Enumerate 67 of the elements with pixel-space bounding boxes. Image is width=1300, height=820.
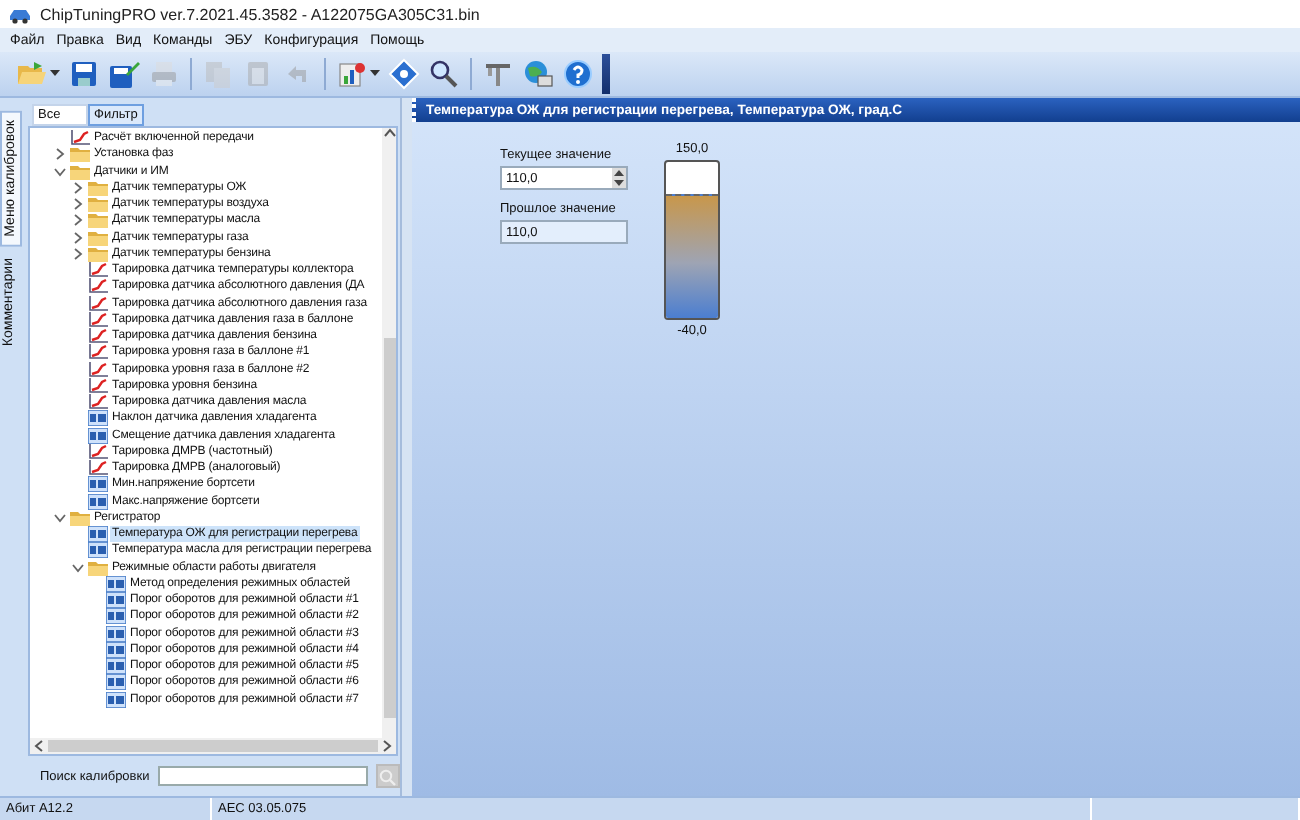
- folder-icon: [88, 179, 108, 196]
- vertical-scrollbar[interactable]: [382, 128, 396, 738]
- value-icon: [106, 691, 126, 708]
- globe-icon: [522, 58, 554, 90]
- help-icon: [562, 58, 594, 90]
- value-icon: [106, 674, 126, 691]
- folder-icon: [88, 196, 108, 213]
- curve-icon: [88, 394, 108, 411]
- search-field[interactable]: [157, 766, 368, 786]
- value-icon: [88, 476, 108, 493]
- value-icon: [88, 526, 108, 543]
- folder-icon: [88, 559, 108, 576]
- toolbar-grip[interactable]: [602, 54, 610, 94]
- value-icon: [88, 493, 108, 510]
- expander-icon[interactable]: [72, 198, 84, 211]
- horizontal-scrollbar[interactable]: [30, 738, 396, 754]
- curve-icon: [88, 278, 108, 295]
- value-icon: [106, 608, 126, 625]
- value-icon: [88, 427, 108, 444]
- curve-icon: [88, 344, 108, 361]
- caret-icon: [370, 70, 380, 78]
- value-icon: [88, 410, 108, 427]
- folder-icon: [88, 245, 108, 262]
- window-title: ChipTuningPRO ver.7.2021.45.3582 - A122075GA305C31.bin: [40, 5, 480, 23]
- curve-icon: [88, 361, 108, 378]
- expander-icon[interactable]: [72, 247, 84, 260]
- search-icon: [428, 58, 460, 90]
- curve-icon: [70, 130, 90, 147]
- expander-icon[interactable]: [54, 148, 66, 161]
- expander-icon[interactable]: [72, 181, 84, 194]
- diamond-icon: [388, 58, 420, 90]
- clipboard-icon: [242, 58, 274, 90]
- curve-icon: [88, 443, 108, 460]
- curve-icon: [88, 377, 108, 394]
- scroll-right-icon: [382, 740, 392, 752]
- folder-icon: [70, 146, 90, 163]
- floppy-disk-icon: [108, 58, 140, 90]
- expander-icon[interactable]: [72, 561, 84, 574]
- value-icon: [88, 542, 108, 559]
- printer-icon: [148, 58, 180, 90]
- curve-icon: [88, 262, 108, 279]
- expander-icon[interactable]: [72, 231, 84, 244]
- value-icon: [106, 625, 126, 642]
- diamond-tool[interactable]: [384, 54, 424, 94]
- copy-icon: [202, 58, 234, 90]
- chart-icon: [336, 58, 368, 90]
- value-icon: [106, 658, 126, 675]
- scroll-up-icon: [383, 128, 395, 138]
- app-icon: [8, 4, 32, 24]
- value-icon: [106, 592, 126, 609]
- folder-icon: [70, 163, 90, 180]
- expander-icon[interactable]: [54, 511, 66, 524]
- curve-icon: [88, 295, 108, 312]
- scroll-left-icon: [34, 740, 44, 752]
- folder-icon: [88, 212, 108, 229]
- curve-icon: [88, 311, 108, 328]
- expander-icon[interactable]: [54, 165, 66, 178]
- folder-icon: [70, 509, 90, 526]
- tools-icon: [482, 58, 514, 90]
- caret-icon: [50, 70, 60, 78]
- value-icon: [106, 575, 126, 592]
- curve-icon: [88, 328, 108, 345]
- folder-icon: [16, 58, 48, 90]
- expander-icon[interactable]: [72, 214, 84, 227]
- help-tool[interactable]: [558, 54, 598, 94]
- curve-icon: [88, 460, 108, 477]
- folder-icon: [88, 229, 108, 246]
